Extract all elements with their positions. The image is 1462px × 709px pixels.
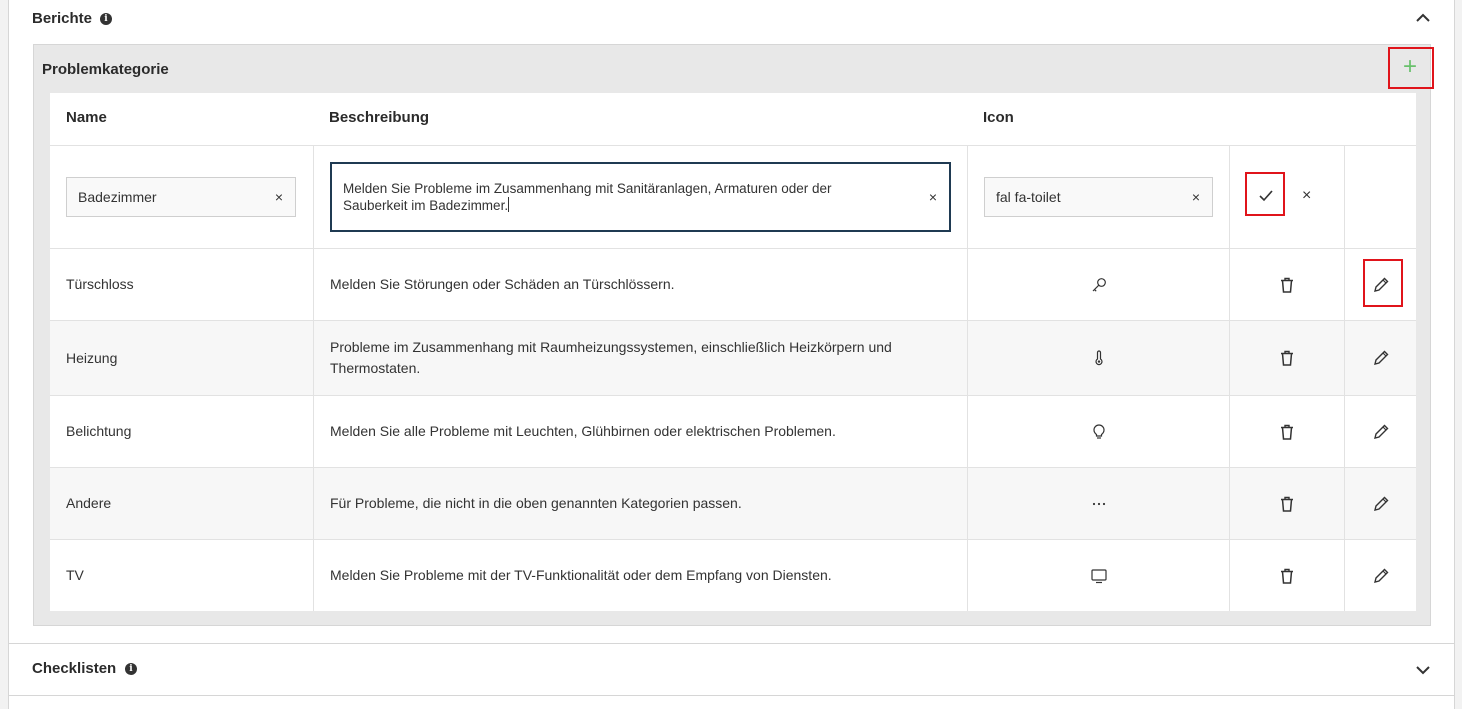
problemkategorie-panel: Problemkategorie + Name Beschreibung Ico… (33, 44, 1434, 626)
trash-icon[interactable] (1278, 276, 1296, 294)
info-icon[interactable]: i (100, 13, 112, 25)
row-description: Melden Sie alle Probleme mit Leuchten, G… (330, 423, 836, 439)
section-header-berichte[interactable]: Berichte i (9, 0, 1454, 40)
chevron-down-icon[interactable] (1414, 661, 1432, 679)
row-description: Melden Sie Probleme mit der TV-Funktiona… (330, 567, 832, 583)
category-table: Name Beschreibung Icon Badezimmer × Meld… (50, 93, 1416, 611)
section-divider-bottom (9, 695, 1454, 696)
trash-icon[interactable] (1278, 349, 1296, 367)
clear-icon-input-icon[interactable]: × (1190, 189, 1202, 205)
icon-input[interactable]: fal fa-toilet × (984, 177, 1213, 217)
trash-icon[interactable] (1278, 423, 1296, 441)
table-header-row: Name Beschreibung Icon (50, 93, 1416, 145)
row-description: Probleme im Zusammenhang mit Raumheizung… (330, 339, 892, 355)
ellipsis-icon (1092, 502, 1105, 505)
thermometer-icon (1094, 350, 1103, 366)
pencil-icon[interactable] (1372, 495, 1390, 513)
info-icon[interactable]: i (125, 663, 137, 675)
row-description: Melden Sie Störungen oder Schäden an Tür… (330, 276, 675, 292)
row-name: Heizung (66, 350, 118, 366)
row-name: Türschloss (66, 276, 134, 292)
clear-description-icon[interactable]: × (927, 189, 939, 205)
cancel-edit-icon[interactable]: × (1302, 187, 1311, 205)
name-input-value: Badezimmer (78, 189, 157, 205)
table-row: TV Melden Sie Probleme mit der TV-Funkti… (50, 539, 1416, 611)
section-divider (9, 643, 1454, 644)
row-name: Andere (66, 495, 112, 511)
trash-icon[interactable] (1278, 567, 1296, 585)
lightbulb-icon (1092, 423, 1105, 439)
table-row: Türschloss Melden Sie Störungen oder Sch… (50, 248, 1416, 320)
pencil-icon[interactable] (1372, 423, 1390, 441)
table-row: Andere Für Probleme, die nicht in die ob… (50, 467, 1416, 539)
text-caret (508, 197, 510, 212)
pencil-icon[interactable] (1372, 349, 1390, 367)
panel-title: Problemkategorie (42, 61, 169, 78)
table-row-edit: Badezimmer × Melden Sie Probleme im Zusa… (50, 145, 1416, 248)
row-description-line-2: Thermostaten. (330, 360, 421, 376)
settings-container: Berichte i Problemkategorie + Name Besch… (8, 0, 1455, 709)
table-row: Heizung Probleme im Zusammenhang mit Rau… (50, 320, 1416, 395)
header-icon: Icon (983, 109, 1014, 126)
name-input[interactable]: Badezimmer × (66, 177, 296, 217)
highlight-add-button (1388, 47, 1434, 89)
icon-input-value: fal fa-toilet (996, 189, 1061, 205)
header-description: Beschreibung (329, 109, 430, 126)
highlight-edit-button (1363, 259, 1403, 307)
chevron-up-icon[interactable] (1414, 9, 1432, 27)
highlight-confirm-button (1245, 172, 1285, 216)
tv-icon (1090, 568, 1107, 583)
key-icon (1092, 277, 1106, 292)
table-row: Belichtung Melden Sie alle Probleme mit … (50, 395, 1416, 467)
description-line-1: Melden Sie Probleme im Zusammenhang mit … (343, 181, 832, 196)
row-name: TV (66, 567, 84, 583)
trash-icon[interactable] (1278, 495, 1296, 513)
description-line-2: Sauberkeit im Badezimmer. (343, 198, 509, 213)
section-title-berichte: Berichte (32, 10, 93, 27)
row-name: Belichtung (66, 423, 132, 439)
pencil-icon[interactable] (1372, 567, 1390, 585)
description-input[interactable]: Melden Sie Probleme im Zusammenhang mit … (330, 162, 951, 232)
header-name: Name (66, 109, 107, 126)
clear-name-icon[interactable]: × (273, 189, 285, 205)
row-description: Für Probleme, die nicht in die oben gena… (330, 495, 742, 511)
section-title-checklisten: Checklisten (32, 660, 117, 677)
section-header-checklisten[interactable]: Checklisten i (9, 650, 1454, 690)
